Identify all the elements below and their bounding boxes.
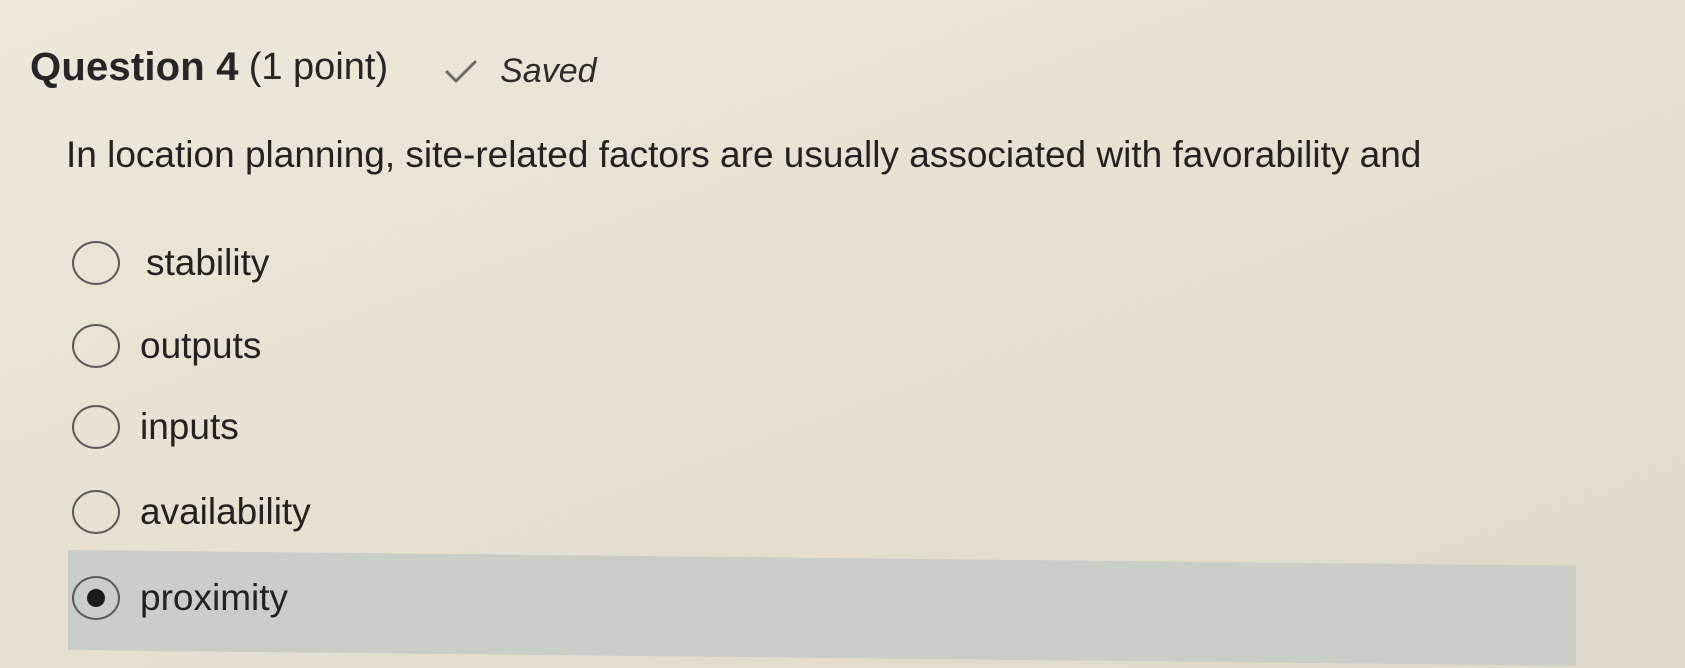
saved-status: Saved [444, 52, 597, 91]
radio-button[interactable] [72, 324, 120, 368]
question-header: Question 4 (1 point) Saved [30, 44, 597, 91]
option-label: availability [140, 491, 311, 532]
selected-option-highlight [68, 550, 1576, 666]
question-points: (1 point) [248, 46, 389, 88]
question-text: In location planning, site-related facto… [66, 134, 1422, 175]
option-label: outputs [140, 325, 262, 366]
option-outputs[interactable]: outputs [72, 311, 261, 381]
option-label: inputs [140, 406, 239, 447]
option-inputs[interactable]: inputs [72, 392, 239, 462]
saved-label: Saved [500, 52, 597, 90]
question-title: Question 4 [30, 45, 239, 89]
option-label: proximity [140, 577, 289, 618]
radio-button[interactable] [72, 405, 120, 449]
option-proximity[interactable]: proximity [72, 563, 288, 633]
radio-button[interactable] [72, 490, 120, 534]
option-availability[interactable]: availability [72, 477, 311, 547]
radio-button-selected[interactable] [72, 576, 120, 620]
radio-button[interactable] [72, 241, 120, 285]
option-stability[interactable]: stability [72, 228, 269, 298]
check-icon [445, 60, 477, 82]
option-label: stability [146, 242, 270, 283]
